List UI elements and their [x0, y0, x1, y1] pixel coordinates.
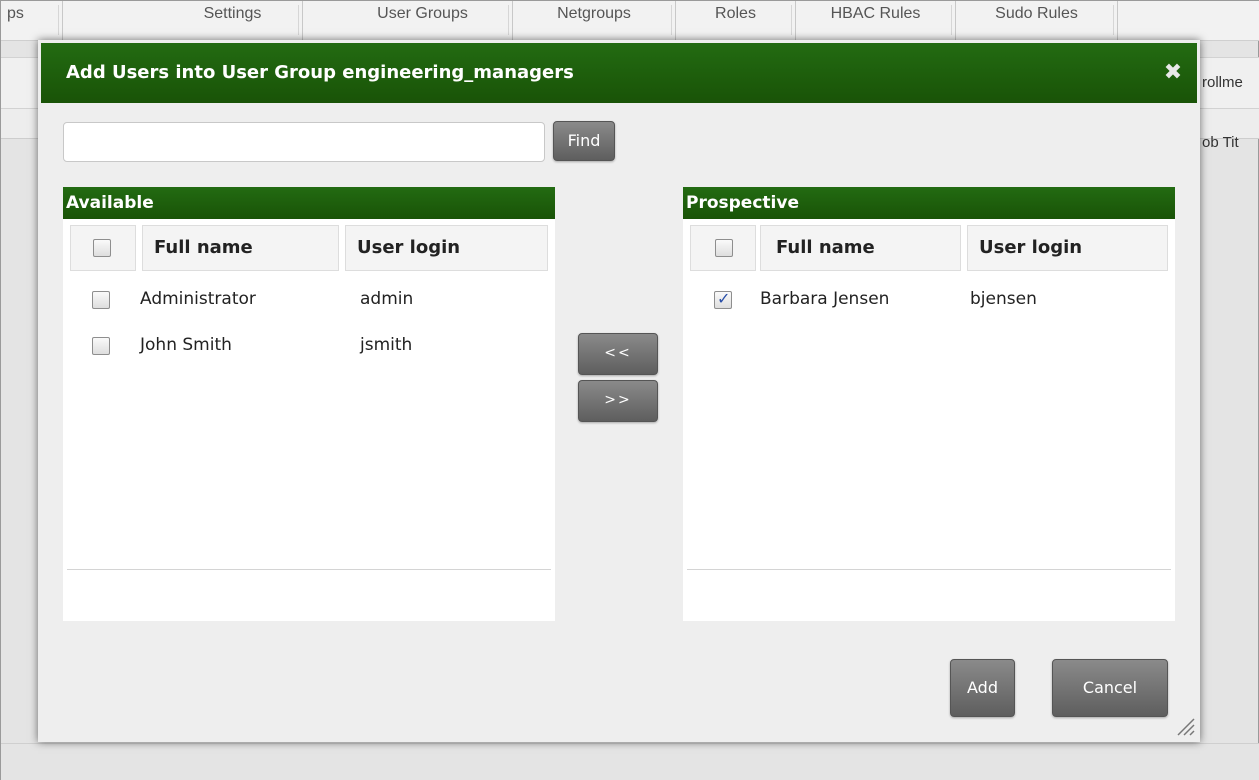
user-login-cell: admin	[360, 289, 414, 309]
resize-grip-icon[interactable]	[1175, 716, 1195, 736]
add-button[interactable]: Add	[950, 659, 1015, 717]
available-select-all-checkbox[interactable]	[93, 239, 111, 257]
tab-settings[interactable]: Settings	[163, 1, 303, 41]
row-checkbox[interactable]	[92, 291, 110, 309]
tab-hbac-rules[interactable]: HBAC Rules	[796, 1, 956, 41]
full-name-cell: John Smith	[140, 335, 232, 355]
background-tab-bar: ps Settings User Groups Netgroups Roles …	[1, 1, 1259, 41]
background-footer	[1, 743, 1259, 780]
prospective-header: Prospective	[683, 187, 1175, 219]
dialog-title: Add Users into User Group engineering_ma…	[66, 62, 574, 83]
prospective-select-all-cell	[690, 225, 756, 271]
prospective-login-header[interactable]: User login	[967, 225, 1168, 271]
prospective-fullname-header[interactable]: Full name	[760, 225, 961, 271]
prospective-footer-divider	[687, 569, 1171, 570]
close-icon[interactable]: ✖	[1161, 61, 1185, 85]
available-header: Available	[63, 187, 555, 219]
tab-roles[interactable]: Roles	[676, 1, 796, 41]
available-footer-divider	[67, 569, 551, 570]
user-login-cell: jsmith	[360, 335, 413, 355]
prospective-panel: Prospective Full name User login Barbara…	[683, 187, 1175, 621]
search-input[interactable]	[63, 122, 545, 162]
tab-netgroups[interactable]: Netgroups	[513, 1, 676, 41]
move-to-prospective-button[interactable]: >>	[578, 380, 658, 422]
available-panel: Available Full name User login Administr…	[63, 187, 555, 621]
tab-user-groups[interactable]: User Groups	[333, 1, 513, 41]
find-button[interactable]: Find	[553, 121, 615, 161]
tab-sudo-rules[interactable]: Sudo Rules	[956, 1, 1118, 41]
row-checkbox[interactable]	[92, 337, 110, 355]
add-users-dialog: Add Users into User Group engineering_ma…	[38, 40, 1200, 742]
cancel-button[interactable]: Cancel	[1052, 659, 1168, 717]
background-enrollment-text: rollme	[1202, 74, 1243, 91]
prospective-select-all-checkbox[interactable]	[715, 239, 733, 257]
background-job-title-text: ob Tit	[1202, 134, 1239, 151]
user-login-cell: bjensen	[970, 289, 1037, 309]
tab-groups[interactable]: ps	[1, 1, 63, 41]
move-to-available-button[interactable]: <<	[578, 333, 658, 375]
full-name-cell: Administrator	[140, 289, 256, 309]
available-select-all-cell	[70, 225, 136, 271]
dialog-titlebar[interactable]: Add Users into User Group engineering_ma…	[41, 43, 1197, 103]
available-fullname-header[interactable]: Full name	[142, 225, 339, 271]
available-login-header[interactable]: User login	[345, 225, 548, 271]
full-name-cell: Barbara Jensen	[760, 289, 890, 309]
row-checkbox[interactable]	[714, 289, 732, 309]
